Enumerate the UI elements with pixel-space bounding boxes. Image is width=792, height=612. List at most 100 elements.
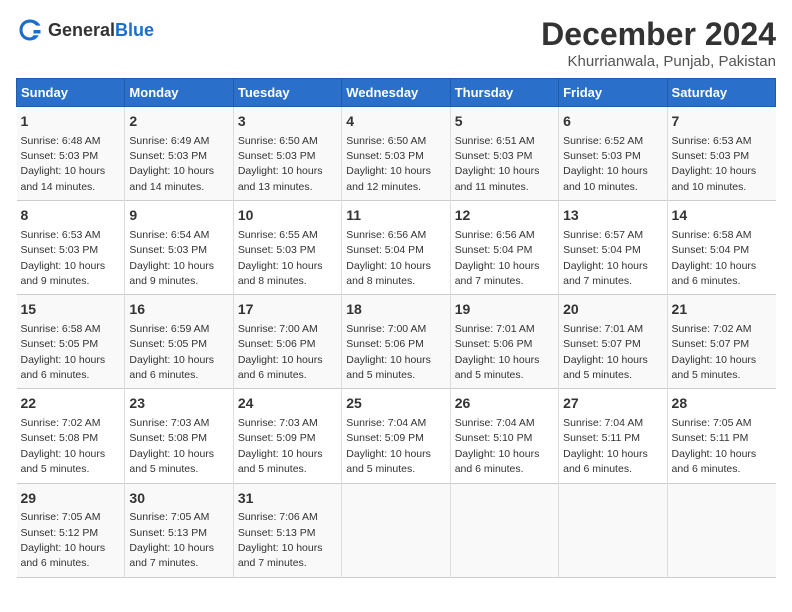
sunrise-text: Sunrise: 7:04 AM bbox=[346, 417, 426, 429]
column-header-thursday: Thursday bbox=[450, 79, 558, 107]
daylight-text: Daylight: 10 hours and 5 minutes. bbox=[238, 448, 323, 475]
sunrise-text: Sunrise: 7:00 AM bbox=[238, 323, 318, 335]
sunset-text: Sunset: 5:05 PM bbox=[21, 338, 99, 350]
day-number: 31 bbox=[238, 489, 337, 509]
daylight-text: Daylight: 10 hours and 6 minutes. bbox=[21, 354, 106, 381]
day-cell: 6Sunrise: 6:52 AMSunset: 5:03 PMDaylight… bbox=[559, 107, 667, 201]
day-cell bbox=[559, 483, 667, 577]
sunset-text: Sunset: 5:08 PM bbox=[21, 432, 99, 444]
sunrise-text: Sunrise: 6:59 AM bbox=[129, 323, 209, 335]
day-number: 19 bbox=[455, 300, 554, 320]
day-number: 25 bbox=[346, 394, 445, 414]
sunset-text: Sunset: 5:03 PM bbox=[21, 150, 99, 162]
sunrise-text: Sunrise: 7:02 AM bbox=[672, 323, 752, 335]
day-cell: 9 Sunrise: 6:54 AM Sunset: 5:03 PM Daylight… bbox=[125, 201, 233, 295]
logo-general: General bbox=[48, 20, 115, 40]
day-number: 7 bbox=[672, 112, 772, 132]
sunset-text: Sunset: 5:06 PM bbox=[346, 338, 424, 350]
sunrise-text: Sunrise: 6:57 AM bbox=[563, 229, 643, 241]
day-cell: 10Sunrise: 6:55 AMSunset: 5:03 PMDayligh… bbox=[233, 201, 341, 295]
day-cell: 30Sunrise: 7:05 AMSunset: 5:13 PMDayligh… bbox=[125, 483, 233, 577]
sunrise-text: Sunrise: 7:00 AM bbox=[346, 323, 426, 335]
day-number: 3 bbox=[238, 112, 337, 132]
day-number: 30 bbox=[129, 489, 228, 509]
column-header-wednesday: Wednesday bbox=[342, 79, 450, 107]
sunrise-text: Sunrise: 6:54 AM bbox=[129, 229, 209, 241]
sunset-text: Sunset: 5:03 PM bbox=[455, 150, 533, 162]
column-header-saturday: Saturday bbox=[667, 79, 775, 107]
day-cell: 17Sunrise: 7:00 AMSunset: 5:06 PMDayligh… bbox=[233, 295, 341, 389]
day-cell bbox=[342, 483, 450, 577]
sunset-text: Sunset: 5:03 PM bbox=[563, 150, 641, 162]
daylight-text: Daylight: 10 hours and 8 minutes. bbox=[346, 260, 431, 287]
day-cell: 23Sunrise: 7:03 AMSunset: 5:08 PMDayligh… bbox=[125, 389, 233, 483]
day-cell: 12Sunrise: 6:56 AMSunset: 5:04 PMDayligh… bbox=[450, 201, 558, 295]
day-number: 17 bbox=[238, 300, 337, 320]
sunset-text: Sunset: 5:11 PM bbox=[672, 432, 749, 444]
daylight-text: Daylight: 10 hours and 5 minutes. bbox=[21, 448, 106, 475]
day-cell: 11Sunrise: 6:56 AMSunset: 5:04 PMDayligh… bbox=[342, 201, 450, 295]
day-cell: 4Sunrise: 6:50 AMSunset: 5:03 PMDaylight… bbox=[342, 107, 450, 201]
sunrise-text: Sunrise: 6:49 AM bbox=[129, 135, 209, 147]
sunrise-text: Sunrise: 7:04 AM bbox=[455, 417, 535, 429]
day-cell: 15 Sunrise: 6:58 AM Sunset: 5:05 PM Dayligh… bbox=[17, 295, 125, 389]
day-number: 12 bbox=[455, 206, 554, 226]
day-number: 23 bbox=[129, 394, 228, 414]
daylight-text: Daylight: 10 hours and 8 minutes. bbox=[238, 260, 323, 287]
daylight-text: Daylight: 10 hours and 10 minutes. bbox=[563, 165, 648, 192]
day-cell: 2Sunrise: 6:49 AMSunset: 5:03 PMDaylight… bbox=[125, 107, 233, 201]
day-cell: 19Sunrise: 7:01 AMSunset: 5:06 PMDayligh… bbox=[450, 295, 558, 389]
day-number: 24 bbox=[238, 394, 337, 414]
week-row-1: 1Sunrise: 6:48 AMSunset: 5:03 PMDaylight… bbox=[17, 107, 776, 201]
day-number: 13 bbox=[563, 206, 662, 226]
day-number: 5 bbox=[455, 112, 554, 132]
sunset-text: Sunset: 5:04 PM bbox=[455, 244, 533, 256]
daylight-text: Daylight: 10 hours and 12 minutes. bbox=[346, 165, 431, 192]
daylight-text: Daylight: 10 hours and 7 minutes. bbox=[563, 260, 648, 287]
column-header-friday: Friday bbox=[559, 79, 667, 107]
sunset-text: Sunset: 5:03 PM bbox=[129, 244, 207, 256]
sunrise-text: Sunrise: 6:58 AM bbox=[21, 323, 101, 335]
day-cell bbox=[667, 483, 775, 577]
day-number: 15 bbox=[21, 300, 121, 320]
week-row-2: 8Sunrise: 6:53 AMSunset: 5:03 PMDaylight… bbox=[17, 201, 776, 295]
logo-icon bbox=[16, 16, 44, 44]
day-cell: 16Sunrise: 6:59 AMSunset: 5:05 PMDayligh… bbox=[125, 295, 233, 389]
sunset-text: Sunset: 5:05 PM bbox=[129, 338, 207, 350]
daylight-text: Daylight: 10 hours and 7 minutes. bbox=[238, 542, 323, 569]
sunset-text: Sunset: 5:06 PM bbox=[455, 338, 533, 350]
page-subtitle: Khurrianwala, Punjab, Pakistan bbox=[541, 53, 776, 70]
sunrise-text: Sunrise: 6:48 AM bbox=[21, 135, 101, 147]
column-header-sunday: Sunday bbox=[17, 79, 125, 107]
sunset-text: Sunset: 5:08 PM bbox=[129, 432, 207, 444]
day-number: 9 bbox=[129, 206, 228, 226]
daylight-text: Daylight: 10 hours and 7 minutes. bbox=[455, 260, 540, 287]
sunset-text: Sunset: 5:06 PM bbox=[238, 338, 316, 350]
daylight-text: Daylight: 10 hours and 13 minutes. bbox=[238, 165, 323, 192]
sunrise-text: Sunrise: 7:04 AM bbox=[563, 417, 643, 429]
sunset-text: Sunset: 5:03 PM bbox=[238, 244, 316, 256]
daylight-text: Daylight: 10 hours and 6 minutes. bbox=[672, 448, 757, 475]
day-number: 11 bbox=[346, 206, 445, 226]
day-number: 26 bbox=[455, 394, 554, 414]
sunset-text: Sunset: 5:07 PM bbox=[563, 338, 641, 350]
day-cell: 21Sunrise: 7:02 AMSunset: 5:07 PMDayligh… bbox=[667, 295, 775, 389]
daylight-text: Daylight: 10 hours and 9 minutes. bbox=[129, 260, 214, 287]
sunrise-text: Sunrise: 7:06 AM bbox=[238, 511, 318, 523]
sunset-text: Sunset: 5:03 PM bbox=[238, 150, 316, 162]
day-cell: 25Sunrise: 7:04 AMSunset: 5:09 PMDayligh… bbox=[342, 389, 450, 483]
day-cell: 27Sunrise: 7:04 AMSunset: 5:11 PMDayligh… bbox=[559, 389, 667, 483]
sunrise-text: Sunrise: 7:03 AM bbox=[129, 417, 209, 429]
logo-text: GeneralBlue bbox=[48, 20, 154, 41]
day-cell: 29Sunrise: 7:05 AMSunset: 5:12 PMDayligh… bbox=[17, 483, 125, 577]
daylight-text: Daylight: 10 hours and 5 minutes. bbox=[346, 354, 431, 381]
day-cell: 14Sunrise: 6:58 AMSunset: 5:04 PMDayligh… bbox=[667, 201, 775, 295]
sunset-text: Sunset: 5:07 PM bbox=[672, 338, 750, 350]
daylight-text: Daylight: 10 hours and 7 minutes. bbox=[129, 542, 214, 569]
day-cell: 26Sunrise: 7:04 AMSunset: 5:10 PMDayligh… bbox=[450, 389, 558, 483]
sunrise-text: Sunrise: 7:05 AM bbox=[21, 511, 101, 523]
day-number: 16 bbox=[129, 300, 228, 320]
day-number: 18 bbox=[346, 300, 445, 320]
daylight-text: Daylight: 10 hours and 10 minutes. bbox=[672, 165, 757, 192]
daylight-text: Daylight: 10 hours and 14 minutes. bbox=[129, 165, 214, 192]
